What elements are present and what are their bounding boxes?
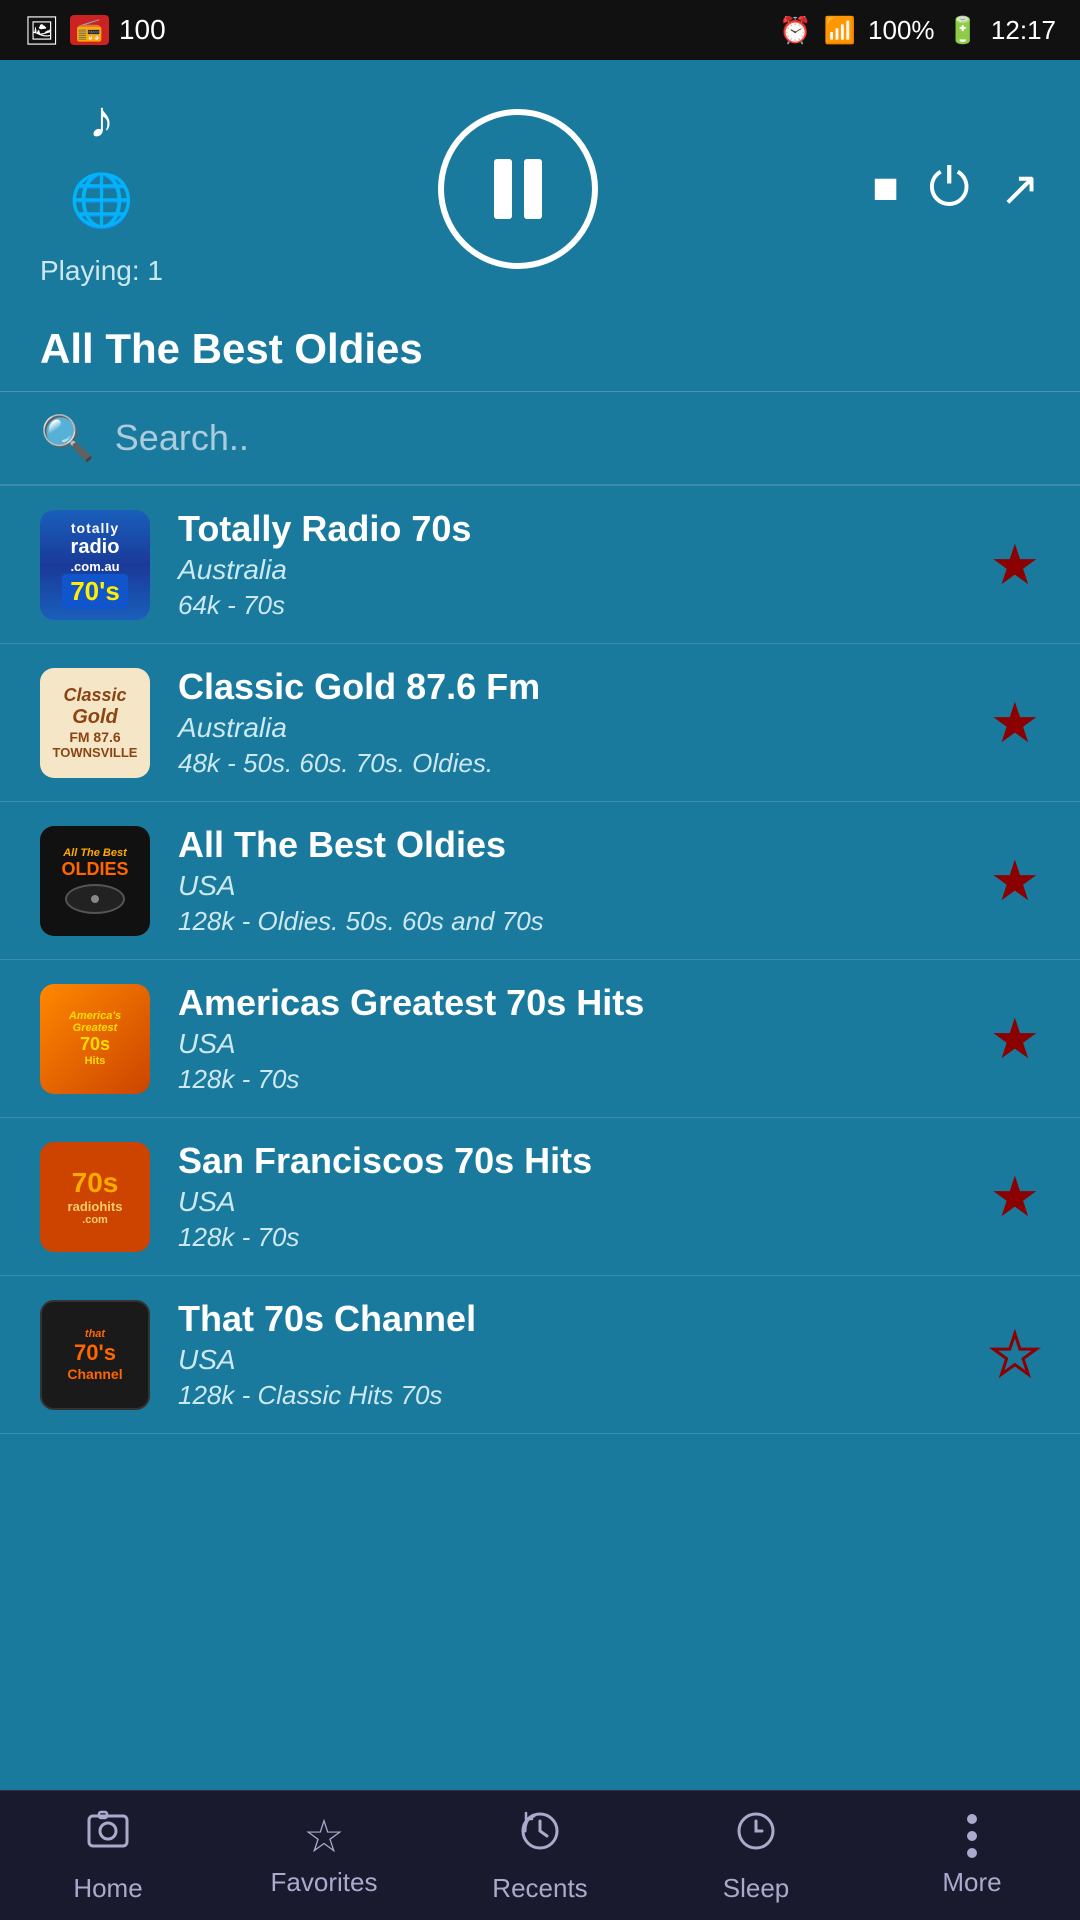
station-name: Americas Greatest 70s Hits [178, 982, 970, 1024]
favorite-star[interactable]: ★ [990, 1164, 1040, 1230]
station-meta: 128k - Oldies. 50s. 60s and 70s [178, 906, 970, 937]
search-icon: 🔍 [40, 412, 95, 464]
station-logo: 70s radiohits .com [40, 1142, 150, 1252]
station-logo: totally radio .com.au 70's [40, 510, 150, 620]
station-logo: All The Best OLDIES [40, 826, 150, 936]
bottom-nav: Home ☆ Favorites Recents Sleep [0, 1790, 1080, 1920]
station-info: Classic Gold 87.6 Fm Australia 48k - 50s… [150, 666, 970, 779]
more-dots-icon [967, 1813, 977, 1859]
status-number: 100 [119, 14, 166, 46]
sleep-clock-icon [733, 1808, 779, 1865]
player-right-controls: ⏹ ⏻ ↗ [873, 158, 1040, 219]
playing-label: Playing: 1 [40, 255, 163, 287]
station-name: San Franciscos 70s Hits [178, 1140, 970, 1182]
station-info: All The Best Oldies USA 128k - Oldies. 5… [150, 824, 970, 937]
pause-bar-right [524, 159, 542, 219]
station-country: USA [178, 1186, 970, 1218]
power-button[interactable]: ⏻ [929, 158, 970, 219]
station-meta: 128k - Classic Hits 70s [178, 1380, 970, 1411]
list-item[interactable]: 70s radiohits .com San Franciscos 70s Hi… [0, 1118, 1080, 1276]
pause-button-container [438, 109, 598, 269]
share-button[interactable]: ↗ [1000, 161, 1040, 217]
nav-item-favorites[interactable]: ☆ Favorites [216, 1813, 432, 1898]
list-item[interactable]: America'sGreatest 70s Hits Americas Grea… [0, 960, 1080, 1118]
station-logo: that 70's Channel [40, 1300, 150, 1410]
list-item[interactable]: All The Best OLDIES All The Best Oldies … [0, 802, 1080, 960]
station-logo: Classic Gold FM 87.6 TOWNSVILLE [40, 668, 150, 778]
battery-percent: 100% [868, 15, 935, 46]
nav-home-label: Home [73, 1873, 142, 1904]
station-info: San Franciscos 70s Hits USA 128k - 70s [150, 1140, 970, 1253]
pause-bar-left [494, 159, 512, 219]
nav-recents-label: Recents [492, 1873, 587, 1904]
globe-icon[interactable]: 🌐 [69, 170, 134, 231]
station-meta: 128k - 70s [178, 1222, 970, 1253]
battery-icon: 🔋 [947, 15, 979, 46]
search-bar: 🔍 [0, 392, 1080, 486]
music-note-icon[interactable]: ♪ [88, 90, 114, 150]
station-name: That 70s Channel [178, 1298, 970, 1340]
status-left-icons: 🖼 📻 100 [24, 14, 166, 47]
favorite-star[interactable]: ★ [990, 1006, 1040, 1072]
station-country: USA [178, 870, 970, 902]
favorite-star[interactable]: ★ [990, 1322, 1040, 1388]
home-camera-icon [85, 1808, 131, 1865]
favorite-star[interactable]: ★ [990, 690, 1040, 756]
nav-item-sleep[interactable]: Sleep [648, 1808, 864, 1904]
station-info: Americas Greatest 70s Hits USA 128k - 70… [150, 982, 970, 1095]
status-bar: 🖼 📻 100 ⏰ 📶 100% 🔋 12:17 [0, 0, 1080, 60]
time-display: 12:17 [991, 15, 1056, 46]
nav-more-label: More [942, 1867, 1001, 1898]
player-left-controls: ♪ 🌐 Playing: 1 [40, 90, 163, 287]
favorites-star-icon: ☆ [303, 1813, 344, 1859]
station-meta: 64k - 70s [178, 590, 970, 621]
station-name: Classic Gold 87.6 Fm [178, 666, 970, 708]
wifi-icon: 📶 [824, 15, 856, 46]
station-country: Australia [178, 554, 970, 586]
pause-icon [494, 159, 542, 219]
station-meta: 48k - 50s. 60s. 70s. Oldies. [178, 748, 970, 779]
favorite-star[interactable]: ★ [990, 848, 1040, 914]
status-right-icons: ⏰ 📶 100% 🔋 12:17 [779, 15, 1056, 46]
station-country: USA [178, 1344, 970, 1376]
nav-item-more[interactable]: More [864, 1813, 1080, 1898]
station-info: That 70s Channel USA 128k - Classic Hits… [150, 1298, 970, 1411]
list-item[interactable]: totally radio .com.au 70's Totally Radio… [0, 486, 1080, 644]
nav-item-recents[interactable]: Recents [432, 1808, 648, 1904]
station-meta: 128k - 70s [178, 1064, 970, 1095]
now-playing-title: All The Best Oldies [0, 307, 1080, 392]
station-country: Australia [178, 712, 970, 744]
nav-item-home[interactable]: Home [0, 1808, 216, 1904]
alarm-icon: ⏰ [779, 15, 811, 46]
station-country: USA [178, 1028, 970, 1060]
photo-icon: 🖼 [24, 14, 60, 47]
list-item[interactable]: Classic Gold FM 87.6 TOWNSVILLE Classic … [0, 644, 1080, 802]
recents-history-icon [517, 1808, 563, 1865]
station-info: Totally Radio 70s Australia 64k - 70s [150, 508, 970, 621]
player-header: ♪ 🌐 Playing: 1 ⏹ ⏻ ↗ [0, 60, 1080, 307]
nav-favorites-label: Favorites [271, 1867, 378, 1898]
search-input[interactable] [115, 417, 1040, 459]
stop-button[interactable]: ⏹ [873, 158, 899, 219]
station-name: Totally Radio 70s [178, 508, 970, 550]
list-item[interactable]: that 70's Channel That 70s Channel USA 1… [0, 1276, 1080, 1434]
station-name: All The Best Oldies [178, 824, 970, 866]
radio-icon: 📻 [70, 15, 109, 45]
nav-sleep-label: Sleep [723, 1873, 790, 1904]
station-list: totally radio .com.au 70's Totally Radio… [0, 486, 1080, 1806]
favorite-star[interactable]: ★ [990, 532, 1040, 598]
pause-button[interactable] [438, 109, 598, 269]
station-logo: America'sGreatest 70s Hits [40, 984, 150, 1094]
